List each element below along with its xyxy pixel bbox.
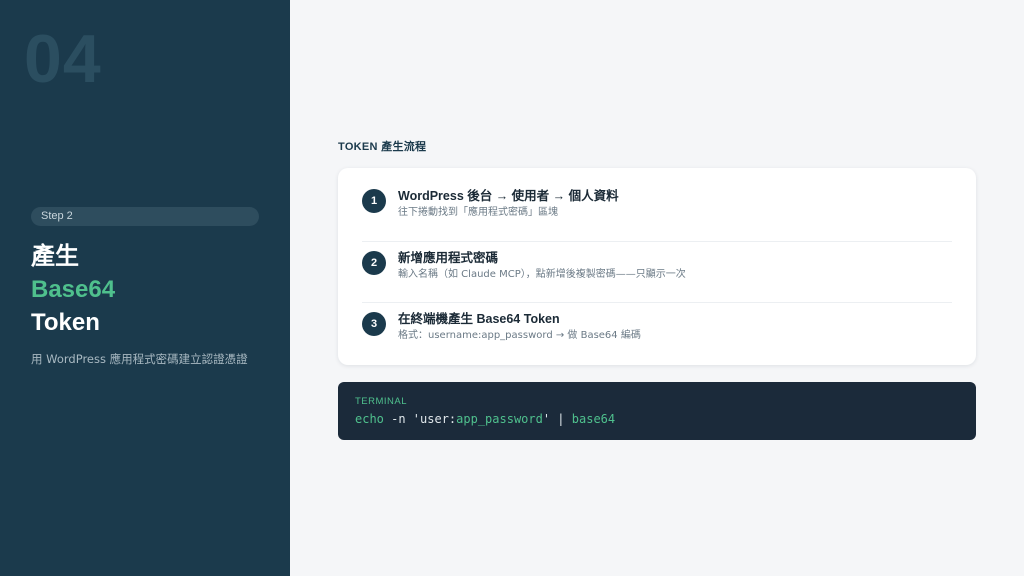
step-title: 在終端機產生 Base64 Token	[398, 312, 560, 326]
content-panel: TOKEN 產生流程 1 WordPress 後台 → 使用者 → 個人資料 往…	[290, 0, 1024, 576]
step-desc: 輸入名稱（如 Claude MCP），點新增後複製密碼——只顯示一次	[398, 269, 686, 280]
step-desc: 格式：username:app_password → 做 Base64 編碼	[398, 330, 641, 341]
step-title: 新增應用程式密碼	[398, 251, 499, 265]
title-line-3: Token	[31, 309, 100, 336]
step-number-badge: 1	[362, 189, 386, 213]
terminal-block: TERMINAL echo -n 'user:app_password' | b…	[338, 382, 976, 440]
cmd-pass: app_password	[456, 412, 543, 426]
cmd-echo: echo	[355, 412, 384, 426]
step-text: WordPress 後台 → 使用者 → 個人資料 往下捲動找到「應用程式密碼」…	[398, 188, 619, 219]
terminal-label: TERMINAL	[355, 396, 408, 407]
slide-subtitle: 用 WordPress 應用程式密碼建立認證憑證	[31, 352, 248, 366]
step-item: 1 WordPress 後台 → 使用者 → 個人資料 往下捲動找到「應用程式密…	[362, 180, 952, 241]
slide-title: 產生 Base64 Token	[31, 240, 115, 339]
title-line-1: 產生	[31, 243, 79, 270]
step-number-badge: 2	[362, 251, 386, 275]
step-item: 2 新增應用程式密碼 輸入名稱（如 Claude MCP），點新增後複製密碼——…	[362, 241, 952, 303]
step-text: 在終端機產生 Base64 Token 格式：username:app_pass…	[398, 311, 641, 342]
slide: 04 Step 2 產生 Base64 Token 用 WordPress 應用…	[0, 0, 1024, 576]
section-label: TOKEN 產生流程	[338, 141, 427, 153]
step-pill: Step 2	[31, 207, 259, 226]
step-desc: 往下捲動找到「應用程式密碼」區塊	[398, 207, 558, 218]
step-title: WordPress 後台 → 使用者 → 個人資料	[398, 189, 619, 203]
title-line-2: Base64	[31, 276, 116, 303]
cmd-pipe: ' |	[542, 412, 572, 426]
sidebar-panel: 04 Step 2 產生 Base64 Token 用 WordPress 應用…	[0, 0, 290, 576]
terminal-command[interactable]: echo -n 'user:app_password' | base64	[355, 412, 615, 426]
slide-number: 04	[24, 21, 102, 97]
step-text: 新增應用程式密碼 輸入名稱（如 Claude MCP），點新增後複製密碼——只顯…	[398, 250, 686, 281]
steps-card: 1 WordPress 後台 → 使用者 → 個人資料 往下捲動找到「應用程式密…	[338, 168, 976, 365]
cmd-base64: base64	[571, 412, 616, 426]
step-number-badge: 3	[362, 312, 386, 336]
cmd-flag: -n 'user:	[383, 412, 457, 426]
step-item: 3 在終端機產生 Base64 Token 格式：username:app_pa…	[362, 302, 952, 364]
